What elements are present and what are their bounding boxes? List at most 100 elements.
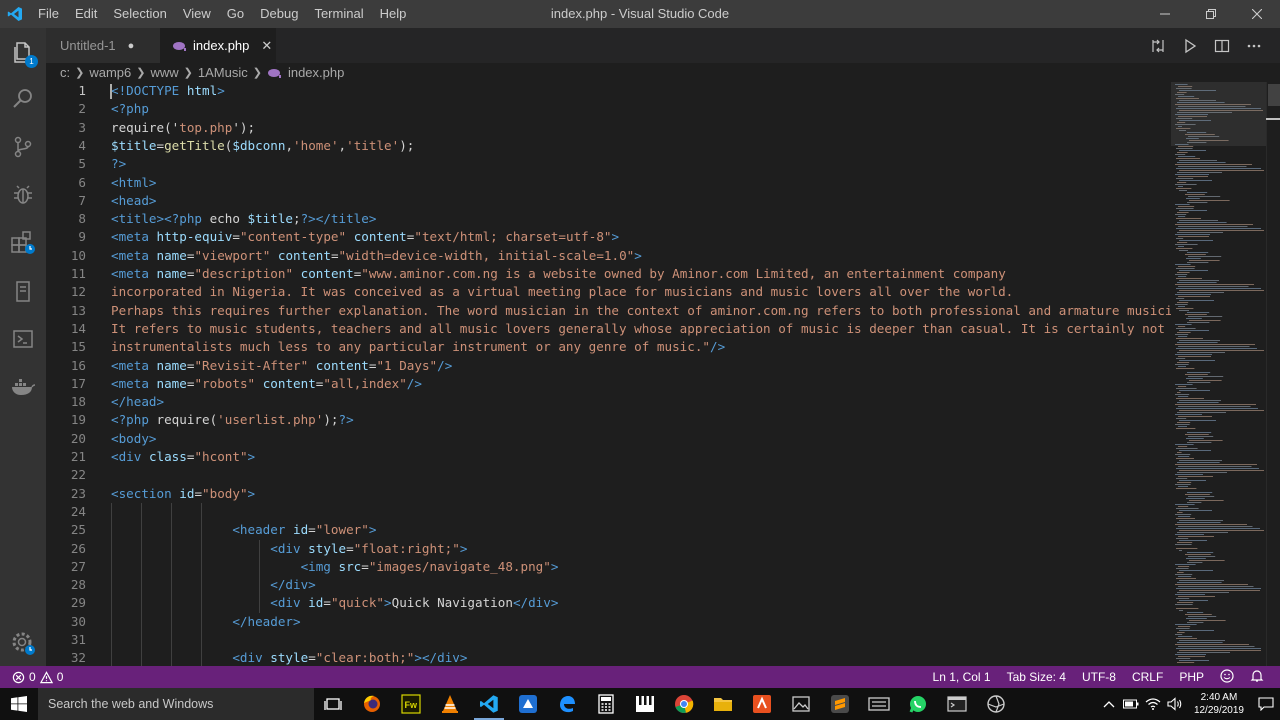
code-line[interactable]: 27 <img src="images/navigate_48.png"> (46, 558, 1171, 576)
code-line[interactable]: 4 $title=getTitle($dbconn,'home','title')… (46, 137, 1171, 155)
scrollbar-thumb[interactable] (1268, 84, 1280, 106)
tab-untitled-1[interactable]: Untitled-1 ● (46, 28, 160, 63)
open-changes-button[interactable] (1142, 28, 1174, 63)
code-line[interactable]: 19 <?php require('userlist.php');?> (46, 411, 1171, 429)
search-button[interactable] (0, 76, 46, 122)
code-line[interactable]: 13 Perhaps this requires further explanat… (46, 302, 1171, 320)
code-line[interactable]: 25 <header id="lower"> (46, 521, 1171, 539)
close-window-button[interactable] (1234, 0, 1280, 28)
taskbar-app[interactable] (509, 688, 547, 720)
unsaved-dot-icon[interactable]: ● (128, 40, 135, 52)
code-line[interactable]: 18 </head> (46, 393, 1171, 411)
code-line[interactable]: 30 </header> (46, 613, 1171, 631)
code-line[interactable]: 6 <html> (46, 174, 1171, 192)
menu-debug[interactable]: Debug (252, 0, 306, 28)
close-tab-icon[interactable]: ✕ (261, 38, 272, 54)
piano-app[interactable] (626, 688, 664, 720)
taskbar-search[interactable]: Search the web and Windows (38, 688, 314, 720)
docker-button[interactable] (0, 364, 46, 410)
whatsapp-app[interactable] (899, 688, 937, 720)
code-line[interactable]: 17 <meta name="robots" content="all,index… (46, 375, 1171, 393)
code-line[interactable]: 12 incorporated in Nigeria. It was concei… (46, 283, 1171, 301)
tray-overflow-button[interactable] (1098, 700, 1120, 708)
end-of-line[interactable]: CRLF (1124, 670, 1171, 684)
menu-view[interactable]: View (175, 0, 219, 28)
code-line[interactable]: 26 <div style="float:right;"> (46, 540, 1171, 558)
terminal-app[interactable] (938, 688, 976, 720)
deploy-button[interactable] (0, 316, 46, 362)
remote-explorer-button[interactable] (0, 268, 46, 314)
tab-size[interactable]: Tab Size: 4 (999, 670, 1074, 684)
encoding[interactable]: UTF-8 (1074, 670, 1124, 684)
code-editor[interactable]: 1 <!DOCTYPE html> 2 <?php 3 require('top.php'… (46, 82, 1171, 668)
code-line[interactable]: 9 <meta http-equiv="content-type" content… (46, 228, 1171, 246)
problems-indicator[interactable]: 0 0 (12, 666, 63, 688)
breadcrumb-wamp6[interactable]: wamp6 (89, 65, 131, 80)
explorer-button[interactable]: 1 (0, 30, 46, 76)
breadcrumb-www[interactable]: www (150, 65, 178, 80)
taskbar-app[interactable] (860, 688, 898, 720)
code-line[interactable]: 14 It refers to music students, teachers … (46, 320, 1171, 338)
code-line[interactable]: 3 require('top.php'); (46, 119, 1171, 137)
menu-selection[interactable]: Selection (105, 0, 174, 28)
code-line[interactable]: 23 <section id="body"> (46, 485, 1171, 503)
breadcrumb-file[interactable]: index.php (288, 65, 344, 80)
notifications-button[interactable] (1242, 669, 1272, 686)
taskbar-clock[interactable]: 2:40 AM 12/29/2019 (1186, 691, 1252, 717)
source-control-button[interactable] (0, 124, 46, 170)
chrome-app[interactable] (665, 688, 703, 720)
settings-button[interactable] (0, 620, 46, 666)
code-line[interactable]: 5 ?> (46, 155, 1171, 173)
code-line[interactable]: 15 instrumentalists much less to any part… (46, 338, 1171, 356)
code-line[interactable]: 22 (46, 466, 1171, 484)
vscode-app[interactable] (470, 688, 508, 720)
minimap[interactable] (1171, 82, 1266, 668)
wifi-button[interactable] (1142, 698, 1164, 710)
edge-app[interactable] (548, 688, 586, 720)
code-line[interactable]: 29 <div id="quick">Quick Navigation</div… (46, 594, 1171, 612)
menu-edit[interactable]: Edit (67, 0, 105, 28)
code-line[interactable]: 1 <!DOCTYPE html> (46, 82, 1171, 100)
taskbar-app[interactable] (977, 688, 1015, 720)
code-line[interactable]: 20 <body> (46, 430, 1171, 448)
battery-button[interactable] (1120, 699, 1142, 709)
fireworks-app[interactable]: Fw (392, 688, 430, 720)
vlc-app[interactable] (431, 688, 469, 720)
calculator-app[interactable] (587, 688, 625, 720)
code-line[interactable]: 24 (46, 503, 1171, 521)
file-explorer-app[interactable] (704, 688, 742, 720)
taskbar-app[interactable] (743, 688, 781, 720)
run-button[interactable] (1174, 28, 1206, 63)
cursor-position[interactable]: Ln 1, Col 1 (925, 670, 999, 684)
code-line[interactable]: 16 <meta name="Revisit-After" content="1 … (46, 357, 1171, 375)
code-line[interactable]: 11 <meta name="description" content="www.… (46, 265, 1171, 283)
firefox-app[interactable] (353, 688, 391, 720)
feedback-button[interactable] (1212, 668, 1242, 686)
code-line[interactable]: 31 (46, 631, 1171, 649)
minimize-button[interactable] (1142, 0, 1188, 28)
sublime-app[interactable] (821, 688, 859, 720)
vertical-scrollbar[interactable] (1266, 82, 1280, 668)
code-line[interactable]: 21 <div class="hcont"> (46, 448, 1171, 466)
language-mode[interactable]: PHP (1171, 670, 1212, 684)
menu-help[interactable]: Help (372, 0, 415, 28)
minimap-viewport[interactable] (1171, 82, 1266, 146)
code-line[interactable]: 28 </div> (46, 576, 1171, 594)
code-line[interactable]: 32 <div style="clear:both;"></div> (46, 649, 1171, 667)
extensions-button[interactable] (0, 220, 46, 266)
more-actions-button[interactable] (1238, 28, 1270, 63)
restore-button[interactable] (1188, 0, 1234, 28)
menu-terminal[interactable]: Terminal (306, 0, 371, 28)
debug-button[interactable] (0, 172, 46, 218)
code-line[interactable]: 2 <?php (46, 100, 1171, 118)
start-button[interactable] (0, 688, 38, 720)
task-view-button[interactable] (314, 688, 352, 720)
photos-app[interactable] (782, 688, 820, 720)
menu-go[interactable]: Go (219, 0, 252, 28)
breadcrumb-drive[interactable]: c: (60, 65, 70, 80)
code-line[interactable]: 7 <head> (46, 192, 1171, 210)
volume-button[interactable] (1164, 697, 1186, 711)
split-editor-button[interactable] (1206, 28, 1238, 63)
menu-file[interactable]: File (30, 0, 67, 28)
action-center-button[interactable] (1252, 697, 1280, 711)
